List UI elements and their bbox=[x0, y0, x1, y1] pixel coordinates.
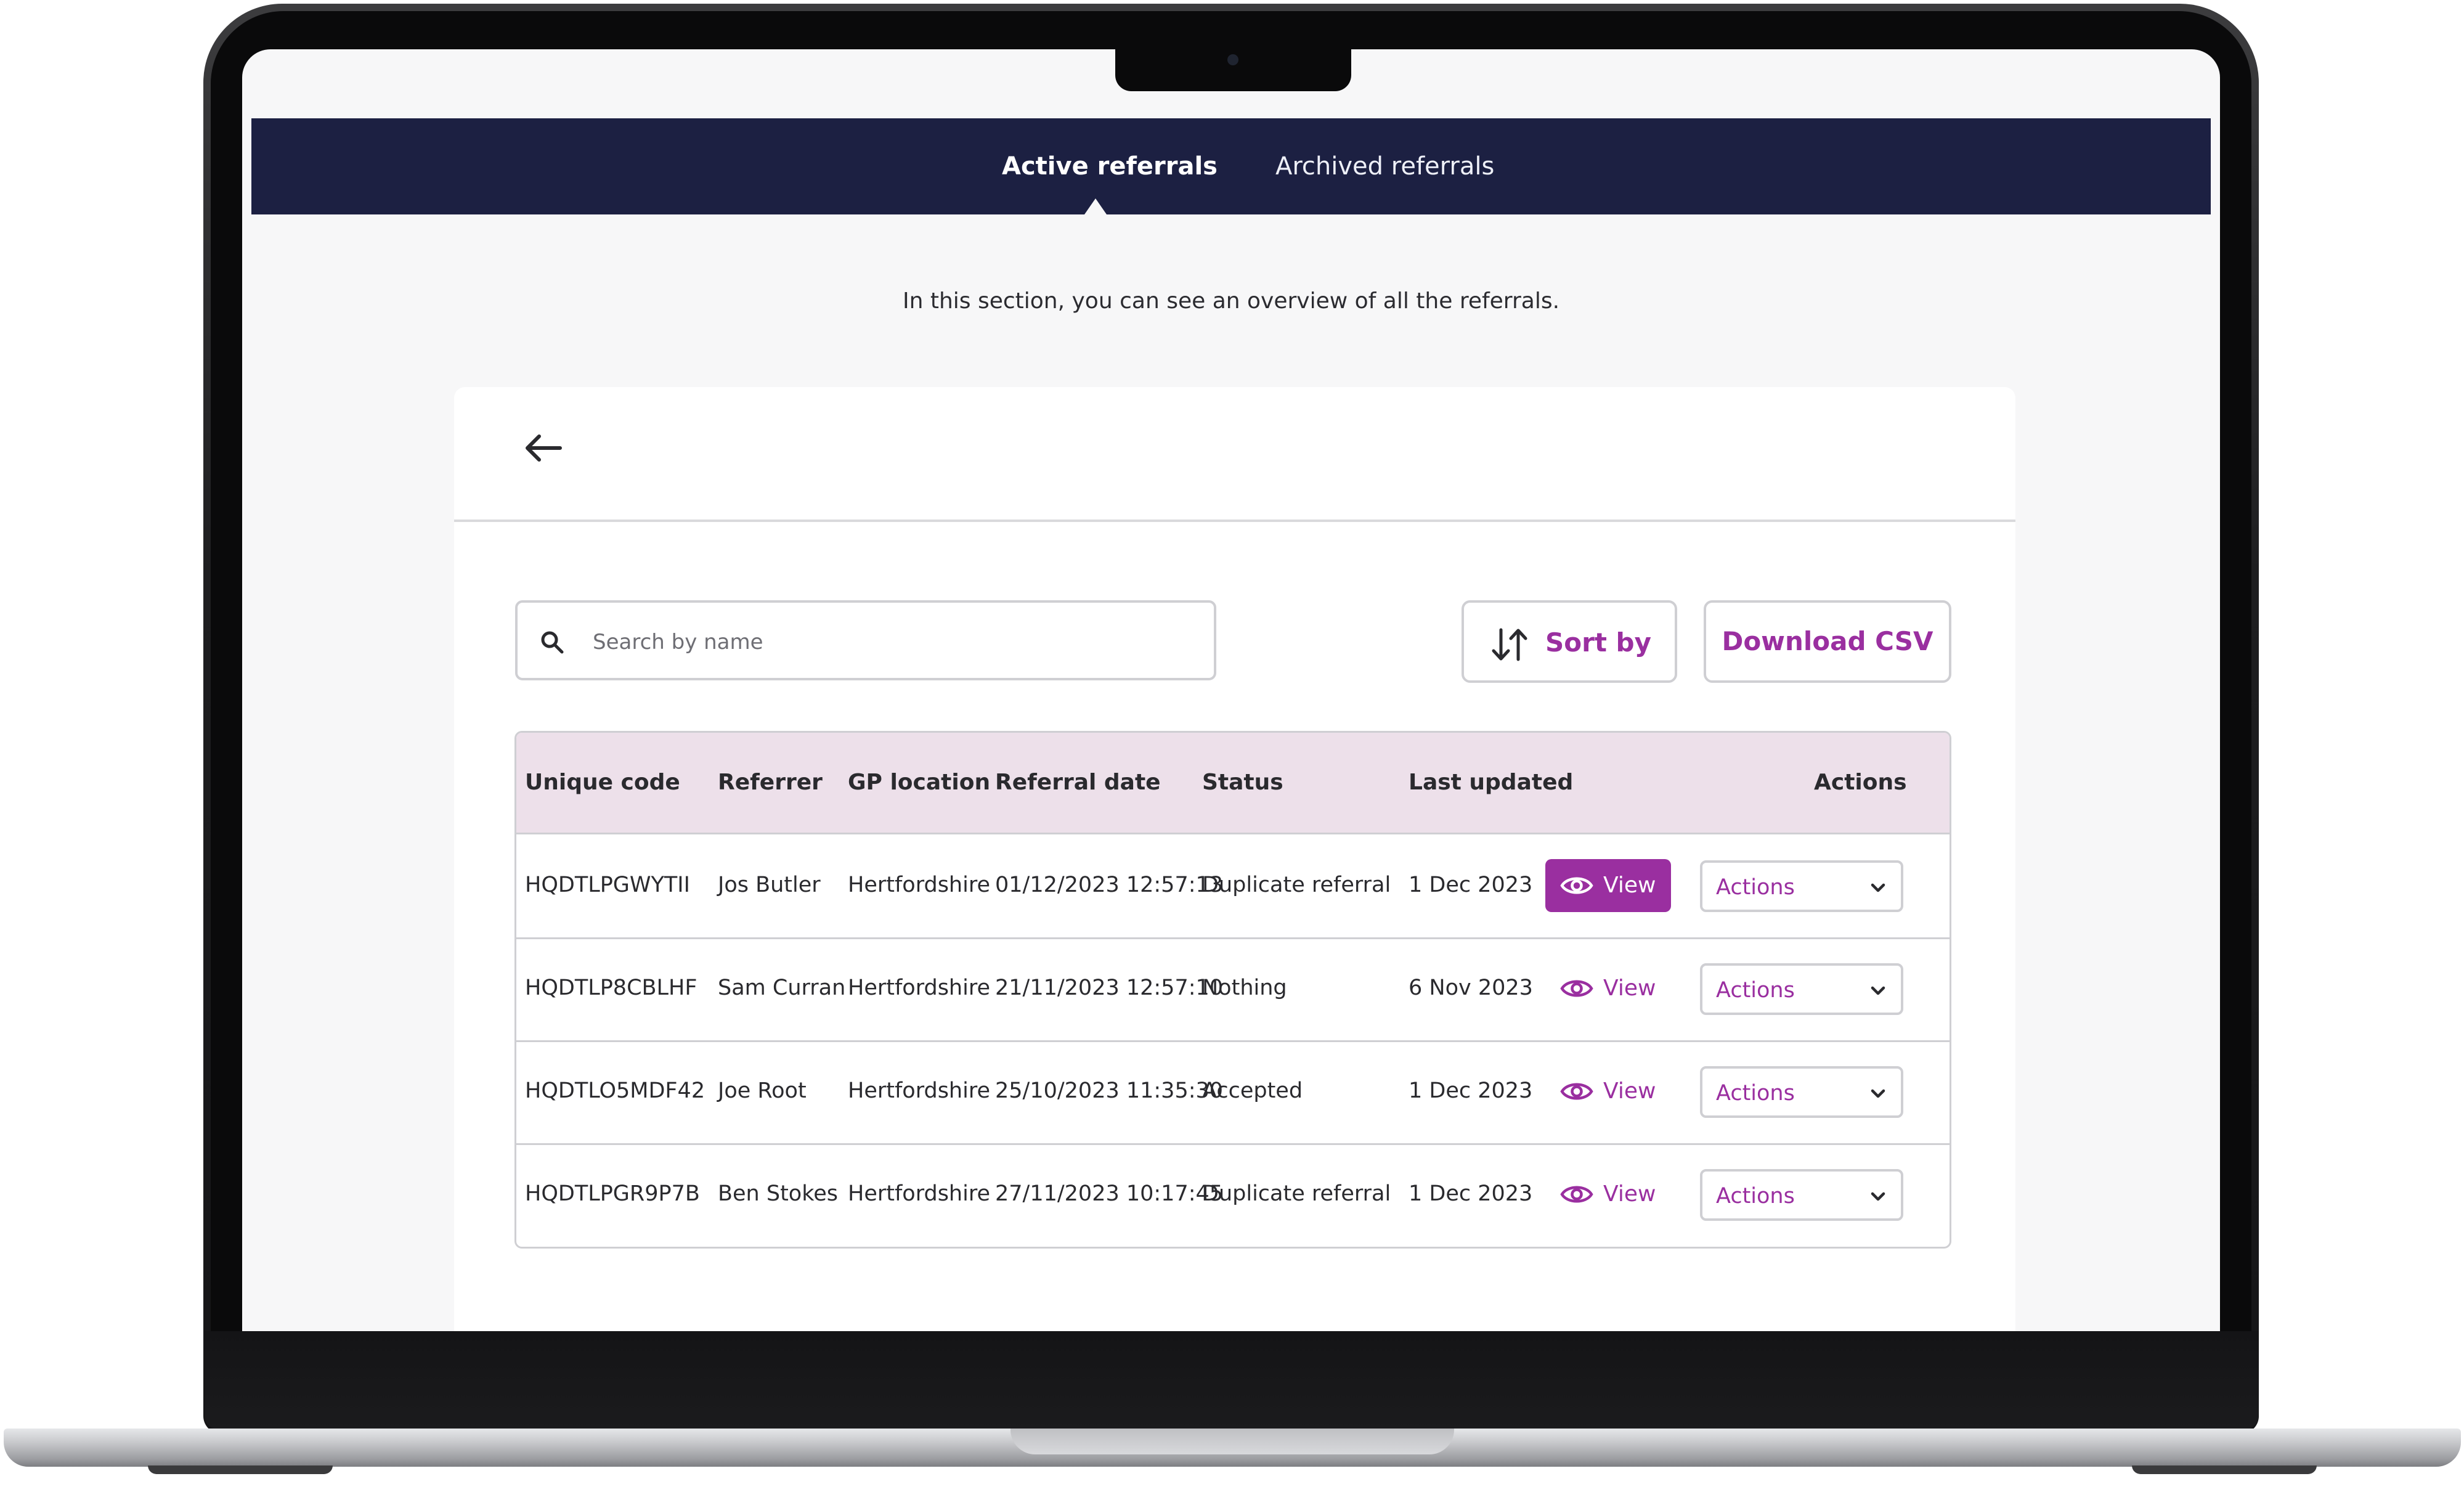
arrow-left-icon bbox=[526, 434, 562, 462]
table-row: HQDTLP8CBLHF Sam Curran Hertfordshire 21… bbox=[516, 937, 1950, 1042]
back-button[interactable] bbox=[522, 426, 565, 470]
search-icon bbox=[541, 631, 564, 654]
column-header-actions: Actions bbox=[1814, 770, 1907, 795]
laptop-foot-left bbox=[148, 1465, 333, 1474]
eye-icon bbox=[1560, 877, 1593, 894]
view-label: View bbox=[1603, 873, 1656, 898]
cell-gp-location: Hertfordshire bbox=[848, 1181, 990, 1206]
column-header-status: Status bbox=[1202, 770, 1283, 795]
view-button[interactable]: View bbox=[1545, 859, 1671, 912]
cell-referral-date: 25/10/2023 11:35:30 bbox=[995, 1078, 1224, 1103]
cell-last-updated: 1 Dec 2023 bbox=[1409, 1078, 1533, 1103]
column-header-gp-location: GP location bbox=[848, 770, 991, 795]
cell-gp-location: Hertfordshire bbox=[848, 1078, 990, 1103]
column-header-referrer: Referrer bbox=[718, 770, 823, 795]
referrals-card: Sort by Download CSV Unique code Referre… bbox=[454, 387, 2015, 1331]
chevron-down-icon bbox=[1871, 986, 1885, 995]
search-box bbox=[515, 600, 1216, 680]
sort-arrows-icon bbox=[1492, 628, 1527, 661]
actions-label: Actions bbox=[1716, 875, 1795, 900]
actions-label: Actions bbox=[1716, 978, 1795, 1003]
laptop-screen: Active referrals Archived referrals In t… bbox=[242, 49, 2220, 1331]
laptop-opening-notch bbox=[1010, 1429, 1454, 1454]
chevron-down-icon bbox=[1871, 883, 1885, 892]
eye-icon bbox=[1560, 1186, 1593, 1203]
section-description: In this section, you can see an overview… bbox=[902, 288, 1560, 314]
view-label: View bbox=[1603, 976, 1656, 1001]
column-header-referral-date: Referral date bbox=[995, 770, 1161, 795]
search-input[interactable] bbox=[592, 620, 1198, 664]
tab-archived-referrals[interactable]: Archived referrals bbox=[1275, 118, 1494, 214]
view-label: View bbox=[1603, 1181, 1656, 1207]
actions-label: Actions bbox=[1716, 1184, 1795, 1209]
table-header: Unique code Referrer GP location Referra… bbox=[516, 733, 1950, 834]
table-row: HQDTLPGR9P7B Ben Stokes Hertfordshire 27… bbox=[516, 1143, 1950, 1246]
view-button[interactable]: View bbox=[1545, 1168, 1671, 1221]
cell-unique-code: HQDTLP8CBLHF bbox=[525, 976, 697, 1000]
view-button[interactable]: View bbox=[1545, 1065, 1671, 1118]
chevron-down-icon bbox=[1871, 1192, 1885, 1201]
camera-icon bbox=[1227, 54, 1238, 65]
cell-unique-code: HQDTLPGWYTII bbox=[525, 873, 690, 897]
chevron-down-icon bbox=[1871, 1089, 1885, 1098]
actions-dropdown[interactable]: Actions bbox=[1700, 963, 1903, 1015]
table-row: HQDTLPGWYTII Jos Butler Hertfordshire 01… bbox=[516, 834, 1950, 939]
laptop-foot-right bbox=[2132, 1465, 2317, 1474]
actions-label: Actions bbox=[1716, 1081, 1795, 1106]
view-label: View bbox=[1603, 1078, 1656, 1104]
cell-status: Accepted bbox=[1202, 1078, 1303, 1103]
sort-by-button[interactable]: Sort by bbox=[1462, 600, 1677, 683]
cell-last-updated: 6 Nov 2023 bbox=[1409, 976, 1533, 1000]
cell-referrer: Sam Curran bbox=[718, 976, 846, 1000]
cell-referral-date: 21/11/2023 12:57:10 bbox=[995, 976, 1224, 1000]
cell-last-updated: 1 Dec 2023 bbox=[1409, 1181, 1533, 1206]
cell-last-updated: 1 Dec 2023 bbox=[1409, 873, 1533, 897]
cell-unique-code: HQDTLPGR9P7B bbox=[525, 1181, 700, 1206]
cell-referrer: Ben Stokes bbox=[718, 1181, 838, 1206]
actions-dropdown[interactable]: Actions bbox=[1700, 1169, 1903, 1221]
cell-unique-code: HQDTLO5MDF42 bbox=[525, 1078, 705, 1103]
cell-referral-date: 01/12/2023 12:57:13 bbox=[995, 873, 1224, 897]
cell-status: Nothing bbox=[1202, 976, 1287, 1000]
eye-icon bbox=[1560, 980, 1593, 997]
cell-referrer: Jos Butler bbox=[718, 873, 821, 897]
referrals-table: Unique code Referrer GP location Referra… bbox=[514, 731, 1951, 1249]
download-csv-button[interactable]: Download CSV bbox=[1704, 600, 1951, 683]
cell-status: Duplicate referral bbox=[1202, 873, 1391, 897]
sort-by-label: Sort by bbox=[1545, 627, 1651, 658]
laptop-chin bbox=[205, 1331, 2259, 1430]
tab-active-referrals[interactable]: Active referrals bbox=[1002, 118, 1218, 214]
eye-icon bbox=[1560, 1083, 1593, 1100]
table-row: HQDTLO5MDF42 Joe Root Hertfordshire 25/1… bbox=[516, 1040, 1950, 1145]
active-tab-indicator bbox=[1084, 198, 1107, 214]
cell-referral-date: 27/11/2023 10:17:45 bbox=[995, 1181, 1224, 1206]
cell-referrer: Joe Root bbox=[718, 1078, 807, 1103]
view-button[interactable]: View bbox=[1545, 962, 1671, 1015]
cell-gp-location: Hertfordshire bbox=[848, 873, 990, 897]
actions-dropdown[interactable]: Actions bbox=[1700, 1066, 1903, 1118]
column-header-unique-code: Unique code bbox=[525, 770, 680, 795]
card-header bbox=[454, 387, 2015, 522]
cell-status: Duplicate referral bbox=[1202, 1181, 1391, 1206]
cell-gp-location: Hertfordshire bbox=[848, 976, 990, 1000]
top-navigation: Active referrals Archived referrals bbox=[251, 118, 2211, 214]
column-header-last-updated: Last updated bbox=[1409, 770, 1574, 795]
actions-dropdown[interactable]: Actions bbox=[1700, 860, 1903, 912]
